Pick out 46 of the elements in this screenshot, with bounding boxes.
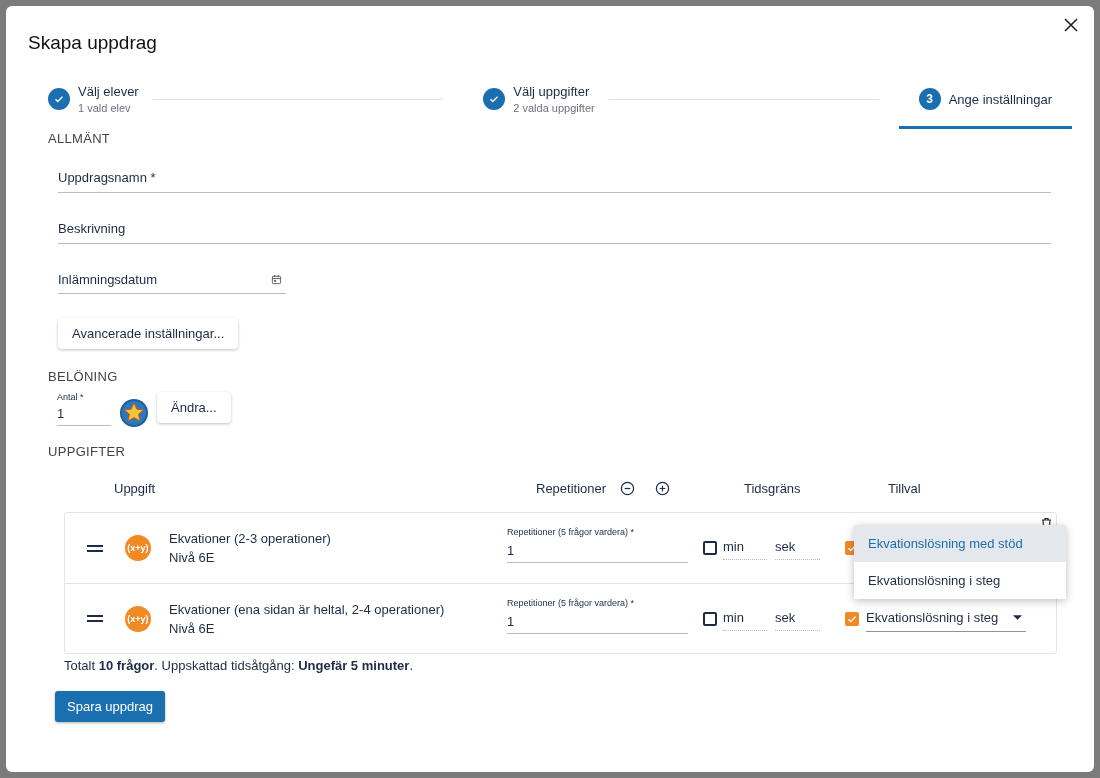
repetitions-field[interactable]: 1	[507, 543, 688, 563]
field-label: Repetitioner (5 frågor vardera) *	[507, 527, 636, 537]
column-header: Tillval	[888, 481, 922, 496]
step-sublabel: 1 vald elev	[78, 102, 132, 114]
section-heading: ALLMÄNT	[48, 131, 112, 146]
checkbox[interactable]	[703, 541, 717, 555]
stepper-step[interactable]: 3 Ange inställningar	[898, 72, 1072, 129]
task-title: Ekvationer (ena sidan är heltal, 2-4 operationer)	[169, 601, 446, 617]
step-sublabel: 2 valda uppgifter	[513, 102, 595, 114]
plus-icon[interactable]	[655, 481, 671, 496]
checkbox[interactable]	[845, 611, 859, 626]
menu-item[interactable]: Ekvationslösning med stöd	[854, 525, 1066, 562]
close-button[interactable]	[1062, 16, 1080, 34]
step-number: 3	[918, 88, 941, 110]
column-header: Tidsgräns	[744, 481, 802, 496]
drag-handle-icon[interactable]	[87, 544, 103, 552]
change-button[interactable]: Ändra...	[157, 392, 231, 423]
minus-icon[interactable]	[620, 481, 636, 496]
equation-badge: (x+y)	[125, 605, 151, 632]
advanced-settings-button[interactable]: Avancerade inställningar...	[58, 318, 239, 349]
step-label: Ange inställningar	[948, 91, 1052, 107]
menu-item[interactable]: Ekvationslösning i steg	[854, 562, 1066, 599]
task-level: Nivå 6E	[169, 620, 216, 636]
drag-handle-icon[interactable]	[87, 615, 103, 622]
star-badge-icon	[119, 398, 149, 428]
step-label: Välj elever	[78, 84, 139, 99]
stepper-step[interactable]: Välj uppgifter 2 valda uppgifter	[463, 72, 899, 129]
calendar-icon	[271, 274, 282, 285]
section-heading: UPPGIFTER	[48, 444, 127, 459]
equation-badge: (x+y)	[125, 535, 151, 561]
caret-icon	[1013, 614, 1022, 620]
field-label: Repetitioner (5 frågor vardera) *	[507, 597, 636, 608]
checkbox[interactable]	[703, 611, 717, 626]
amount-field[interactable]: 1	[57, 406, 111, 426]
field-label: Antal *	[57, 392, 85, 402]
dialog-title: Skapa uppdrag	[28, 32, 158, 54]
section-heading: BELÖNING	[48, 369, 119, 384]
step-label: Välj uppgifter	[513, 84, 591, 99]
task-level: Nivå 6E	[169, 550, 216, 565]
option-select[interactable]: Ekvationslösning i steg	[866, 605, 1026, 632]
task-title: Ekvationer (2-3 operationer)	[169, 531, 332, 546]
summary-text: Totalt 10 frågor. Uppskattad tidsåtgång: Ungefär 5 minuter.	[64, 658, 414, 673]
column-header: Repetitioner	[536, 481, 607, 496]
column-header: Uppgift	[113, 481, 157, 496]
save-button[interactable]: Spara uppdrag	[55, 691, 165, 722]
stepper-step[interactable]: Välj elever 1 vald elev	[28, 72, 464, 129]
